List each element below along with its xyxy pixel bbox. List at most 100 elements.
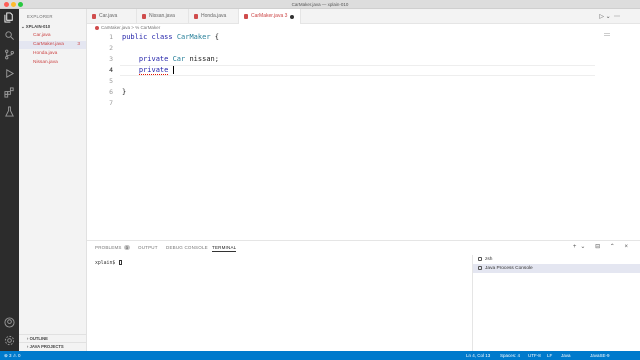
editor-tab-bar: Car.java Nissan.java Honda.java CarMaker…	[87, 9, 640, 24]
code-line-3: private Car nissan;	[122, 54, 602, 65]
terminal-label: Java Process Console	[485, 266, 533, 271]
explorer-header: EXPLORER	[27, 14, 53, 19]
tab-label: Car.java	[99, 13, 118, 19]
terminal-label: zsh	[485, 257, 493, 262]
tab-carmaker-java[interactable]: CarMaker.java 3	[239, 9, 301, 24]
project-folder-label: XPLAIN-010	[25, 24, 51, 29]
line-number: 5	[109, 77, 113, 85]
line-number: 6	[109, 88, 113, 96]
unsaved-dot-icon[interactable]	[290, 15, 294, 19]
tab-output[interactable]: OUTPUT	[138, 245, 158, 250]
brace: {	[214, 33, 219, 41]
minimap[interactable]	[600, 32, 640, 240]
extensions-icon[interactable]	[4, 87, 15, 98]
class-name: CarMaker	[176, 33, 211, 41]
explorer-sidebar: EXPLORER ⌄ XPLAIN-010 Car.java CarMaker.…	[19, 9, 87, 351]
file-item-label: Car.java	[33, 33, 51, 38]
account-icon[interactable]	[4, 317, 15, 328]
code-line-6: }	[122, 87, 602, 98]
testing-icon[interactable]	[4, 106, 15, 117]
tab-label: Honda.java	[201, 13, 227, 19]
tab-car-java[interactable]: Car.java	[87, 9, 137, 24]
tab-debug-console[interactable]: DEBUG CONSOLE	[166, 245, 208, 250]
indentation-status[interactable]: Spaces: 4	[500, 351, 520, 360]
breadcrumb-symbol[interactable]: CarMaker	[140, 25, 160, 30]
tab-label: PROBLEMS	[95, 245, 122, 250]
java-projects-section[interactable]: › JAVA PROJECTS	[19, 342, 86, 350]
code-line-1: public class CarMaker {	[122, 32, 602, 43]
line-number: 4	[109, 66, 113, 74]
line-number: 7	[109, 99, 113, 107]
panel-actions[interactable]: +⌄ ⊟ ⌃ ×	[573, 243, 632, 250]
code-editor[interactable]: 1 2 3 4 5 6 7 public class CarMaker { pr…	[87, 32, 640, 240]
line-number: 3	[109, 55, 113, 63]
breadcrumb: CarMaker.java > ℅ CarMaker	[95, 24, 160, 32]
tab-label: CarMaker.java	[251, 13, 284, 19]
run-button[interactable]: ▷ ⌄ ⋯	[599, 13, 620, 20]
java-file-icon	[142, 14, 146, 19]
class-symbol-icon: ℅	[135, 25, 140, 30]
title-bar: CarMaker.java — xplain-010	[0, 0, 640, 9]
cursor-position[interactable]: Ln 4, Col 13	[466, 351, 490, 360]
keyword: class	[151, 33, 173, 41]
file-item-car[interactable]: Car.java	[19, 32, 86, 40]
eol-status[interactable]: LF	[547, 351, 552, 360]
java-file-icon	[194, 14, 198, 19]
java-file-icon	[244, 14, 248, 19]
line-number: 2	[109, 44, 113, 52]
java-file-icon	[92, 14, 96, 19]
gear-icon	[478, 266, 482, 270]
type-name: Car	[172, 55, 186, 63]
file-item-label: CarMaker.java	[33, 42, 64, 47]
file-item-honda[interactable]: Honda.java	[19, 50, 86, 58]
terminal-list: zsh Java Process Console	[472, 255, 640, 352]
keyword-with-error: private	[138, 66, 169, 75]
terminal-output[interactable]: xplain$	[95, 260, 123, 266]
jdk-status[interactable]: JavaSE-9	[590, 351, 610, 360]
search-icon[interactable]	[4, 30, 15, 41]
language-mode[interactable]: Java	[561, 351, 571, 360]
files-icon[interactable]	[4, 12, 15, 23]
terminal-prompt: xplain$	[95, 261, 116, 266]
java-projects-label: JAVA PROJECTS	[29, 344, 64, 349]
terminal-cursor	[119, 260, 123, 265]
breadcrumb-file[interactable]: CarMaker.java	[101, 25, 130, 30]
source-control-icon[interactable]	[4, 49, 15, 60]
project-folder[interactable]: ⌄ XPLAIN-010	[21, 24, 50, 30]
field-name: nissan;	[189, 55, 219, 63]
tab-nissan-java[interactable]: Nissan.java	[137, 9, 189, 24]
tab-error-badge: 3	[284, 13, 288, 19]
problems-status[interactable]: ⊗ 3 ⚠ 0	[4, 351, 21, 360]
status-bar: ⊗ 3 ⚠ 0 Ln 4, Col 13 Spaces: 4 UTF-8 LF …	[0, 351, 640, 360]
settings-gear-icon[interactable]	[4, 335, 15, 346]
line-number-gutter: 1 2 3 4 5 6 7	[97, 32, 113, 109]
tab-honda-java[interactable]: Honda.java	[189, 9, 239, 24]
terminal-item-java-console[interactable]: Java Process Console	[473, 264, 640, 273]
tab-terminal[interactable]: TERMINAL	[212, 245, 237, 252]
error-count-badge: 3	[77, 42, 80, 47]
tab-problems[interactable]: PROBLEMS 3	[95, 245, 131, 250]
text-cursor	[172, 66, 174, 74]
file-item-carmaker[interactable]: CarMaker.java 3	[19, 41, 86, 49]
bottom-panel: PROBLEMS 3 OUTPUT DEBUG CONSOLE TERMINAL …	[87, 240, 640, 352]
terminal-item-zsh[interactable]: zsh	[473, 255, 640, 264]
run-debug-icon[interactable]	[4, 68, 15, 79]
encoding-status[interactable]: UTF-8	[528, 351, 541, 360]
minimap-line	[604, 35, 610, 36]
tab-label: Nissan.java	[149, 13, 175, 19]
window-title: CarMaker.java — xplain-010	[291, 2, 349, 7]
brace: }	[122, 88, 127, 96]
code-lines[interactable]: public class CarMaker { private Car niss…	[122, 32, 602, 109]
line-number: 1	[109, 33, 113, 41]
keyword: private	[138, 55, 169, 63]
outline-label: OUTLINE	[29, 336, 48, 341]
file-item-label: Nissan.java	[33, 60, 58, 65]
breadcrumb-separator: >	[131, 25, 134, 30]
code-line-4: private	[122, 65, 602, 76]
outline-section[interactable]: › OUTLINE	[19, 334, 86, 342]
minimap-line	[604, 33, 610, 34]
file-item-nissan[interactable]: Nissan.java	[19, 59, 86, 67]
